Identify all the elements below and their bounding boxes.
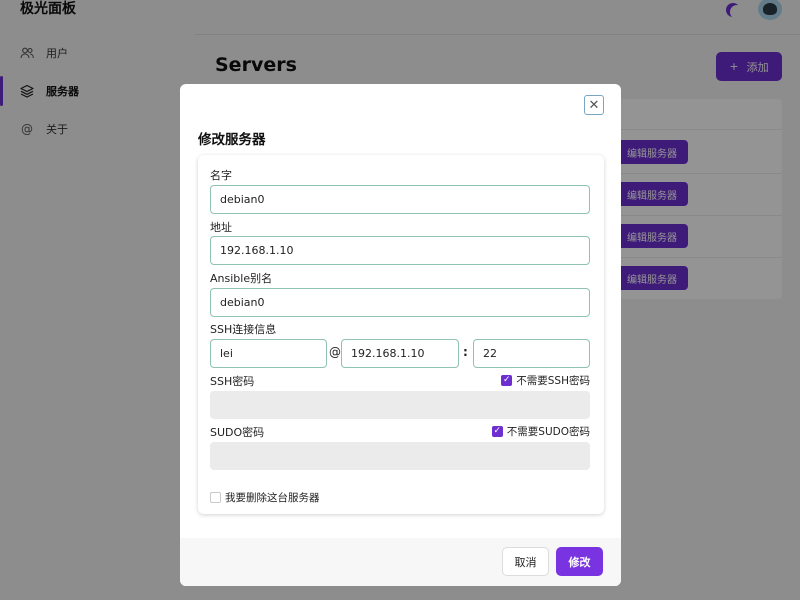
- no-ssh-password-checkbox[interactable]: ✓ 不需要SSH密码: [501, 373, 590, 388]
- sudo-password-label: SUDO密码: [210, 426, 265, 439]
- ssh-user-field[interactable]: lei: [210, 339, 327, 368]
- ansible-alias-field[interactable]: debian0: [210, 288, 590, 317]
- ssh-password-field: [210, 391, 590, 419]
- checkbox-label: 我要删除这台服务器: [225, 492, 320, 504]
- ssh-info-label: SSH连接信息: [210, 323, 277, 336]
- name-field[interactable]: debian0: [210, 185, 590, 214]
- name-label: 名字: [210, 169, 232, 182]
- checkbox-box: [210, 492, 221, 503]
- close-icon[interactable]: ✕: [584, 95, 604, 115]
- ssh-password-label: SSH密码: [210, 375, 255, 388]
- modal-footer: 取消 修改: [180, 538, 621, 586]
- address-field[interactable]: 192.168.1.10: [210, 236, 590, 265]
- cancel-button[interactable]: 取消: [502, 547, 549, 576]
- delete-server-checkbox[interactable]: 我要删除这台服务器: [210, 490, 320, 505]
- edit-server-modal: ✕ 修改服务器 名字 debian0 地址 192.168.1.10 Ansib…: [180, 84, 621, 586]
- colon-separator: :: [463, 345, 468, 359]
- submit-button[interactable]: 修改: [556, 547, 603, 576]
- server-form: 名字 debian0 地址 192.168.1.10 Ansible别名 deb…: [198, 155, 604, 514]
- checkbox-label: 不需要SUDO密码: [506, 426, 590, 438]
- checkbox-label: 不需要SSH密码: [516, 375, 590, 387]
- ansible-alias-label: Ansible别名: [210, 272, 273, 285]
- check-icon: ✓: [501, 375, 513, 386]
- ssh-port-field[interactable]: 22: [473, 339, 590, 368]
- address-label: 地址: [210, 221, 232, 234]
- check-icon: ✓: [491, 426, 503, 437]
- sudo-password-field: [210, 442, 590, 470]
- ssh-host-field[interactable]: 192.168.1.10: [341, 339, 459, 368]
- no-sudo-password-checkbox[interactable]: ✓ 不需要SUDO密码: [491, 424, 590, 439]
- modal-title: 修改服务器: [198, 132, 266, 148]
- at-separator: @: [329, 345, 341, 359]
